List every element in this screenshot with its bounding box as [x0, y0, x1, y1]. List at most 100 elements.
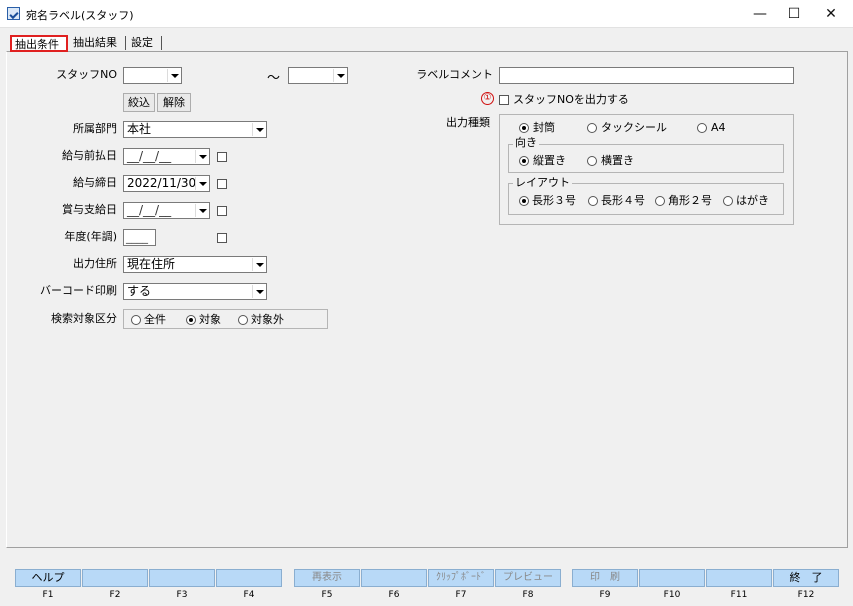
- fkey-f1-button[interactable]: ヘルプ: [15, 569, 81, 587]
- year-value: ____: [126, 231, 148, 244]
- label-comment-input[interactable]: [499, 67, 794, 84]
- orientation-portrait-radio[interactable]: [519, 156, 529, 166]
- fkey-f4-button[interactable]: [216, 569, 282, 587]
- annotation-marker: ①: [481, 92, 494, 105]
- fkey-f10-label: F10: [663, 590, 681, 600]
- layout-title: レイアウト: [513, 176, 572, 189]
- pay-advance-date[interactable]: __/__/__: [123, 148, 210, 165]
- output-a4-radio[interactable]: [697, 123, 707, 133]
- fkey-f5-label: F5: [321, 590, 333, 600]
- fkey-f4-label: F4: [243, 590, 255, 600]
- fkey-f6-button[interactable]: [361, 569, 427, 587]
- fkey-f1-label: F1: [42, 590, 54, 600]
- barcode-value: する: [127, 284, 152, 298]
- fkey-f9-button[interactable]: 印 刷: [572, 569, 638, 587]
- dept-select[interactable]: 本社: [123, 121, 267, 138]
- orientation-title: 向き: [513, 136, 539, 149]
- search-target-radio[interactable]: [186, 315, 196, 325]
- barcode-label: バーコード印刷: [40, 284, 117, 297]
- layout-naga4-radio[interactable]: [588, 196, 598, 206]
- search-excluded-radio[interactable]: [238, 315, 248, 325]
- chevron-down-icon: [252, 285, 265, 298]
- chevron-down-icon: [333, 69, 346, 82]
- output-staffno-checkbox[interactable]: [499, 95, 509, 105]
- staff-no-from-select[interactable]: [123, 67, 182, 84]
- output-tackseal-radio[interactable]: [587, 123, 597, 133]
- staff-no-label: スタッフNO: [56, 68, 117, 81]
- filter-button[interactable]: 絞込: [123, 93, 155, 112]
- app-icon: [7, 7, 20, 20]
- chevron-down-icon: [252, 123, 265, 136]
- output-tackseal-label: タックシール: [601, 121, 667, 134]
- search-excluded-label: 対象外: [251, 313, 284, 326]
- bonus-label: 賞与支給日: [62, 203, 117, 216]
- layout-postcard-label: はがき: [736, 194, 769, 207]
- fkey-f11-button[interactable]: [706, 569, 772, 587]
- tab-separator: [161, 36, 162, 50]
- fkey-f3-button[interactable]: [149, 569, 215, 587]
- orientation-landscape-radio[interactable]: [587, 156, 597, 166]
- output-envelope-radio[interactable]: [519, 123, 529, 133]
- layout-kaku2-radio[interactable]: [655, 196, 665, 206]
- tab-extract-results[interactable]: 抽出結果: [70, 35, 120, 52]
- tab-separator: [125, 36, 126, 50]
- fkey-f8-label: F8: [522, 590, 534, 600]
- fkey-f5-button[interactable]: 再表示: [294, 569, 360, 587]
- fkey-f7-button[interactable]: ｸﾘｯﾌﾟﾎﾞｰﾄﾞ: [428, 569, 494, 587]
- search-target-label: 検索対象区分: [51, 312, 117, 325]
- tab-extract-conditions[interactable]: 抽出条件: [10, 35, 68, 52]
- maximize-button[interactable]: ☐: [777, 0, 811, 28]
- layout-naga3-label: 長形３号: [532, 194, 576, 207]
- address-value: 現在住所: [127, 257, 176, 271]
- year-label: 年度(年調): [64, 230, 117, 243]
- fkey-f8-button[interactable]: プレビュー: [495, 569, 561, 587]
- dept-label: 所属部門: [73, 122, 117, 135]
- layout-naga4-label: 長形４号: [601, 194, 645, 207]
- fkey-f12-label: F12: [797, 590, 815, 600]
- tab-settings[interactable]: 設定: [128, 35, 156, 52]
- close-button[interactable]: ✕: [814, 0, 848, 28]
- orientation-portrait-label: 縦置き: [533, 154, 566, 167]
- dept-value: 本社: [127, 122, 152, 136]
- pay-close-value: 2022/11/30: [127, 176, 197, 190]
- window-title: 宛名ラベル(スタッフ): [26, 9, 134, 22]
- fkey-f9-label: F9: [599, 590, 611, 600]
- output-a4-label: A4: [711, 121, 726, 134]
- fkey-f12-button[interactable]: 終 了: [773, 569, 839, 587]
- orientation-landscape-label: 横置き: [601, 154, 634, 167]
- minimize-button[interactable]: —: [743, 0, 777, 28]
- layout-kaku2-label: 角形２号: [668, 194, 712, 207]
- search-target-option-label: 対象: [199, 313, 221, 326]
- clear-button[interactable]: 解除: [157, 93, 191, 112]
- fkey-f11-label: F11: [730, 590, 748, 600]
- pay-advance-checkbox[interactable]: [217, 152, 227, 162]
- output-type-label: 出力種類: [446, 116, 490, 129]
- search-all-label: 全件: [144, 313, 166, 326]
- search-all-radio[interactable]: [131, 315, 141, 325]
- pay-close-date[interactable]: 2022/11/30: [123, 175, 210, 192]
- output-envelope-label: 封筒: [533, 121, 555, 134]
- bonus-date[interactable]: __/__/__: [123, 202, 210, 219]
- range-tilde: ～: [267, 71, 281, 86]
- fkey-f2-label: F2: [109, 590, 121, 600]
- chevron-down-icon: [252, 258, 265, 271]
- fkey-f10-button[interactable]: [639, 569, 705, 587]
- bonus-checkbox[interactable]: [217, 206, 227, 216]
- bonus-value: __/__/__: [127, 203, 172, 217]
- fkey-f2-button[interactable]: [82, 569, 148, 587]
- label-comment-label: ラベルコメント: [416, 68, 493, 81]
- barcode-select[interactable]: する: [123, 283, 267, 300]
- fkey-f3-label: F3: [176, 590, 188, 600]
- pay-close-checkbox[interactable]: [217, 179, 227, 189]
- layout-naga3-radio[interactable]: [519, 196, 529, 206]
- chevron-down-icon: [195, 177, 208, 190]
- address-label: 出力住所: [73, 257, 117, 270]
- layout-postcard-radio[interactable]: [723, 196, 733, 206]
- staff-no-to-select[interactable]: [288, 67, 348, 84]
- address-select[interactable]: 現在住所: [123, 256, 267, 273]
- year-input[interactable]: ____: [123, 229, 156, 246]
- output-staffno-label: スタッフNOを出力する: [513, 93, 629, 106]
- chevron-down-icon: [195, 204, 208, 217]
- pay-close-label: 給与締日: [73, 176, 117, 189]
- year-checkbox[interactable]: [217, 233, 227, 243]
